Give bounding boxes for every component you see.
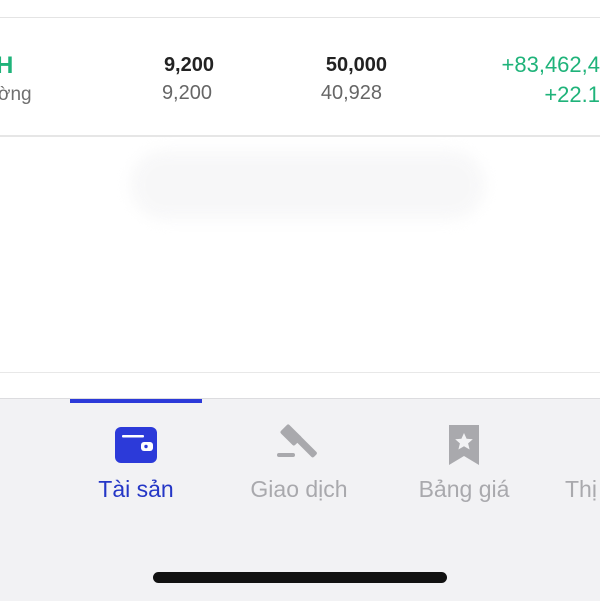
price-top: 50,000 [325,54,387,76]
gavel-icon [277,424,317,458]
tab-price-board-label: Bảng giá [418,476,510,502]
tab-market[interactable]: Thị [535,421,600,511]
profit-loss-percent: +22.1 [544,82,600,107]
tab-assets[interactable]: Tài sản [51,421,221,511]
holding-row[interactable]: H ờng 9,200 9,200 50,000 40,928 +83,462,… [0,18,600,136]
content-divider [0,372,600,373]
bottom-tab-bar: hủ Tài sản Giao dịch Bảng giá Thị [0,398,600,601]
bookmark-star-icon [449,425,479,465]
blurred-placeholder [130,150,485,220]
tab-price-board[interactable]: Bảng giá [379,421,549,511]
quantity-top: 9,200 [163,54,214,76]
tab-assets-label: Tài sản [98,476,174,502]
home-indicator[interactable] [153,572,447,583]
tab-market-label: Thị [565,476,597,502]
tab-trading-label: Giao dịch [250,476,348,502]
stock-subtitle: ờng [0,84,32,105]
profit-loss-value: +83,462,4 [501,52,600,77]
wallet-icon [115,427,157,463]
price-bottom: 40,928 [320,82,382,104]
quantity-bottom: 9,200 [161,82,212,104]
row-divider [0,135,600,137]
stock-symbol: H [0,52,14,79]
active-tab-indicator [70,399,202,403]
tab-trading[interactable]: Giao dịch [214,421,384,511]
